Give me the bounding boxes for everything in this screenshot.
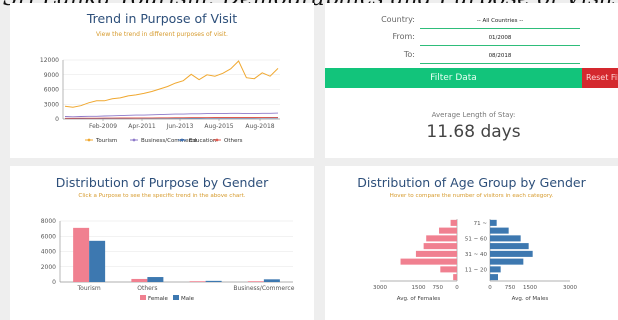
trend-card: Trend in Purpose of Visit View the trend…: [10, 3, 314, 158]
purpose-y-tick: 2000: [41, 264, 56, 271]
trend-y-tick: 6000: [44, 87, 59, 94]
age-male-bar: [490, 235, 521, 242]
purpose-x-tick: Tourism: [77, 285, 101, 292]
trend-legend-marker: [180, 138, 184, 142]
age-male-bar: [490, 266, 501, 273]
country-select[interactable]: -- All Countries --: [420, 15, 580, 29]
trend-x-tick: Jun-2013: [166, 123, 194, 130]
trend-y-tick: 12000: [40, 57, 59, 64]
age-female-axis-label: Avg. of Females: [397, 296, 441, 302]
age-female-x-tick: 3000: [373, 285, 387, 291]
age-male-bar: [490, 250, 533, 257]
country-label: Country:: [381, 15, 415, 24]
from-label: From:: [392, 32, 415, 41]
age-female-bar: [415, 250, 457, 257]
age-male-bar: [490, 274, 498, 281]
age-male-bar: [490, 219, 497, 226]
to-label: To:: [403, 50, 415, 59]
to-date-input[interactable]: 08/2018: [420, 50, 580, 64]
purpose-x-tick: Others: [137, 285, 157, 292]
purpose-bar-1: [147, 277, 164, 282]
age-male-bar: [490, 243, 529, 250]
age-female-bar: [440, 266, 457, 273]
age-female-x-tick: 0: [455, 285, 459, 291]
age-female-bar: [423, 243, 457, 250]
trend-legend-label: Tourism: [95, 138, 117, 144]
age-female-x-tick: 750: [433, 285, 444, 291]
age-female-bar: [426, 235, 457, 242]
trend-x-tick: Feb-2009: [89, 123, 117, 130]
purpose-bar-0: [189, 281, 206, 282]
age-male-bar: [490, 227, 509, 234]
purpose-bar-1: [263, 279, 280, 282]
filter-data-button[interactable]: Filter Data: [325, 68, 582, 88]
purpose-bar-0: [247, 281, 264, 282]
age-male-x-tick: 1500: [523, 285, 537, 291]
trend-x-tick: Apr-2011: [128, 123, 156, 130]
age-male-x-tick: 750: [505, 285, 516, 291]
age-pyramid-chart[interactable]: 71 ~ 51 ~ 60 31 ~ 40 11 ~ 20 3000 1500 750 0 0 75…: [325, 166, 618, 320]
trend-y-tick: 0: [55, 116, 59, 123]
age-group-label: 51 ~ 60: [465, 236, 488, 242]
trend-legend-marker: [87, 138, 91, 142]
purpose-legend-label: Male: [181, 296, 195, 302]
trend-line-chart[interactable]: 0 3000 6000 9000 12000 Feb-2009 Apr-2011 Jun-20…: [10, 3, 314, 158]
trend-legend-label: Education: [189, 138, 217, 144]
purpose-legend-label: Female: [148, 296, 169, 302]
purpose-y-tick: 8000: [41, 218, 56, 225]
age-group-label: 71 ~: [474, 221, 488, 227]
purpose-y-tick: 0: [52, 279, 56, 286]
age-male-x-tick: 3000: [563, 285, 577, 291]
trend-legend-marker: [215, 138, 219, 142]
purpose-bar-0: [131, 278, 148, 282]
purpose-y-tick: 4000: [41, 249, 56, 256]
average-stay-label: Average Length of Stay:: [431, 111, 516, 119]
age-female-bar: [400, 258, 457, 265]
trend-series-line-1: [64, 112, 279, 118]
trend-x-tick: Aug-2015: [204, 123, 233, 130]
purpose-y-tick: 6000: [41, 233, 56, 240]
trend-x-tick: Aug-2018: [245, 123, 274, 130]
trend-legend-marker: [132, 138, 136, 142]
trend-y-tick: 9000: [44, 72, 59, 79]
age-group-label: 31 ~ 40: [465, 252, 488, 258]
age-female-bar: [453, 274, 457, 281]
age-male-bar: [490, 258, 524, 265]
age-male-x-tick: 0: [488, 285, 492, 291]
filter-card: Country: -- All Countries -- From: 01/20…: [325, 3, 618, 158]
age-female-bar: [450, 219, 457, 226]
purpose-bar-chart[interactable]: 0 2000 4000 6000 8000 Tourism Others Business/C…: [10, 166, 314, 320]
purpose-bar-0: [73, 227, 90, 282]
purpose-x-tick: Business/Commerce: [233, 285, 294, 292]
purpose-legend-swatch: [140, 295, 146, 300]
age-male-axis-label: Avg. of Males: [512, 296, 549, 302]
trend-legend-label: Others: [224, 138, 243, 144]
age-group-label: 11 ~ 20: [465, 267, 488, 273]
purpose-gender-card: Distribution of Purpose by Gender Click …: [10, 166, 314, 320]
average-stay-value: 11.68 days: [426, 122, 521, 142]
purpose-legend-swatch: [173, 295, 179, 300]
trend-y-tick: 3000: [44, 101, 59, 108]
purpose-bar-1: [89, 240, 106, 282]
from-date-input[interactable]: 01/2008: [420, 32, 580, 46]
trend-series-line-0: [64, 60, 279, 108]
purpose-bar-1: [205, 280, 222, 282]
age-female-x-tick: 1500: [412, 285, 426, 291]
age-gender-card: Distribution of Age Group by Gender Hove…: [325, 166, 618, 320]
reset-filter-button[interactable]: Reset Filter: [582, 68, 618, 88]
age-female-bar: [439, 227, 457, 234]
